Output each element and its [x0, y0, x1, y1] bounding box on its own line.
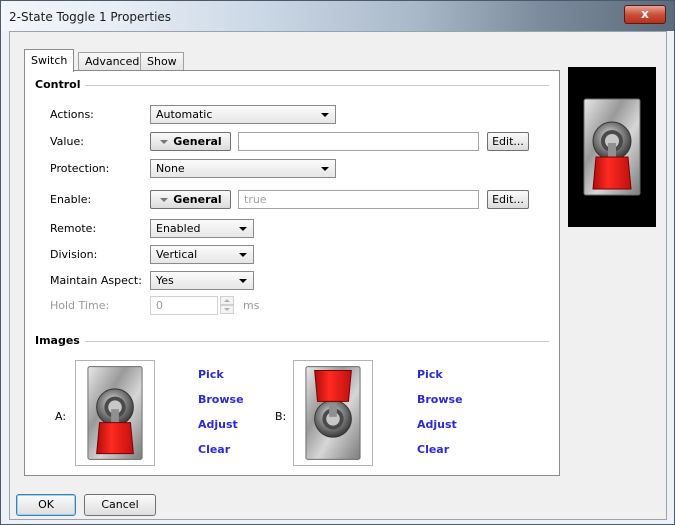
protection-label: Protection: [50, 162, 110, 175]
hold-time-input[interactable]: 0 [150, 296, 218, 315]
dropdown-arrow-icon [160, 198, 168, 202]
dropdown-arrow-icon [160, 140, 168, 144]
image-a-label: A: [55, 410, 67, 423]
properties-dialog: 2-State Toggle 1 Properties x Switch Adv… [0, 0, 675, 525]
hold-time-unit: ms [243, 299, 260, 312]
image-b-pick-link[interactable]: Pick [417, 368, 443, 381]
toggle-switch-icon [583, 98, 641, 196]
image-b-clear-link[interactable]: Clear [417, 443, 449, 456]
protection-value: None [156, 162, 185, 175]
tab-advanced[interactable]: Advanced [78, 52, 147, 71]
enable-input[interactable]: true [238, 190, 479, 209]
image-a-thumbnail[interactable] [75, 360, 155, 466]
division-label: Division: [50, 248, 98, 261]
value-label: Value: [50, 135, 84, 148]
division-value: Vertical [156, 248, 198, 261]
toggle-switch-icon [305, 366, 361, 460]
actions-label: Actions: [50, 108, 94, 121]
title-bar: 2-State Toggle 1 Properties x [1, 1, 674, 31]
image-b-label: B: [275, 410, 287, 423]
remote-value: Enabled [156, 222, 201, 235]
actions-value: Automatic [156, 108, 213, 121]
image-b-browse-link[interactable]: Browse [417, 393, 463, 406]
ok-button[interactable]: OK [16, 494, 76, 516]
control-heading: Control [35, 78, 81, 91]
chevron-down-icon [239, 227, 247, 231]
toggle-switch-icon [87, 366, 143, 460]
close-button[interactable]: x [624, 5, 666, 24]
actions-select[interactable]: Automatic [150, 105, 336, 124]
enable-edit-button[interactable]: Edit... [487, 190, 529, 209]
arrow-up-icon [224, 299, 230, 302]
image-a-clear-link[interactable]: Clear [198, 443, 230, 456]
switch-tab-page: Control Actions: Automatic Value: Genera… [24, 70, 560, 476]
remote-label: Remote: [50, 222, 97, 235]
chevron-down-icon [239, 253, 247, 257]
chevron-down-icon [239, 279, 247, 283]
image-a-browse-link[interactable]: Browse [198, 393, 244, 406]
image-a-adjust-link[interactable]: Adjust [198, 418, 238, 431]
image-b-adjust-link[interactable]: Adjust [417, 418, 457, 431]
dialog-client: Switch Advanced Show Control Actions: Au… [9, 31, 667, 520]
maintain-aspect-label: Maintain Aspect: [50, 274, 142, 287]
maintain-aspect-value: Yes [156, 274, 174, 287]
spin-up-button[interactable] [220, 296, 234, 305]
tab-show[interactable]: Show [140, 52, 184, 71]
images-heading: Images [35, 334, 80, 347]
preview-panel [568, 67, 656, 227]
spin-down-button[interactable] [220, 305, 234, 314]
window-title: 2-State Toggle 1 Properties [9, 10, 172, 24]
division-select[interactable]: Vertical [150, 245, 254, 264]
enable-type-button[interactable]: General [150, 190, 231, 209]
enable-type-label: General [173, 193, 222, 206]
maintain-aspect-select[interactable]: Yes [150, 271, 254, 290]
chevron-down-icon [321, 113, 329, 117]
enable-label: Enable: [50, 193, 92, 206]
hold-time-spinner[interactable] [220, 296, 234, 315]
cancel-button[interactable]: Cancel [84, 494, 156, 516]
protection-select[interactable]: None [150, 159, 336, 178]
value-type-label: General [173, 135, 222, 148]
close-icon: x [641, 7, 649, 21]
value-edit-button[interactable]: Edit... [487, 132, 529, 151]
images-divider [85, 341, 549, 342]
image-b-thumbnail[interactable] [293, 360, 373, 466]
chevron-down-icon [321, 167, 329, 171]
image-a-pick-link[interactable]: Pick [198, 368, 224, 381]
value-type-button[interactable]: General [150, 132, 231, 151]
hold-time-label: Hold Time: [50, 299, 110, 312]
control-divider [85, 85, 549, 86]
arrow-down-icon [224, 308, 230, 311]
tab-switch[interactable]: Switch [24, 49, 75, 72]
value-input[interactable] [238, 132, 479, 151]
remote-select[interactable]: Enabled [150, 219, 254, 238]
